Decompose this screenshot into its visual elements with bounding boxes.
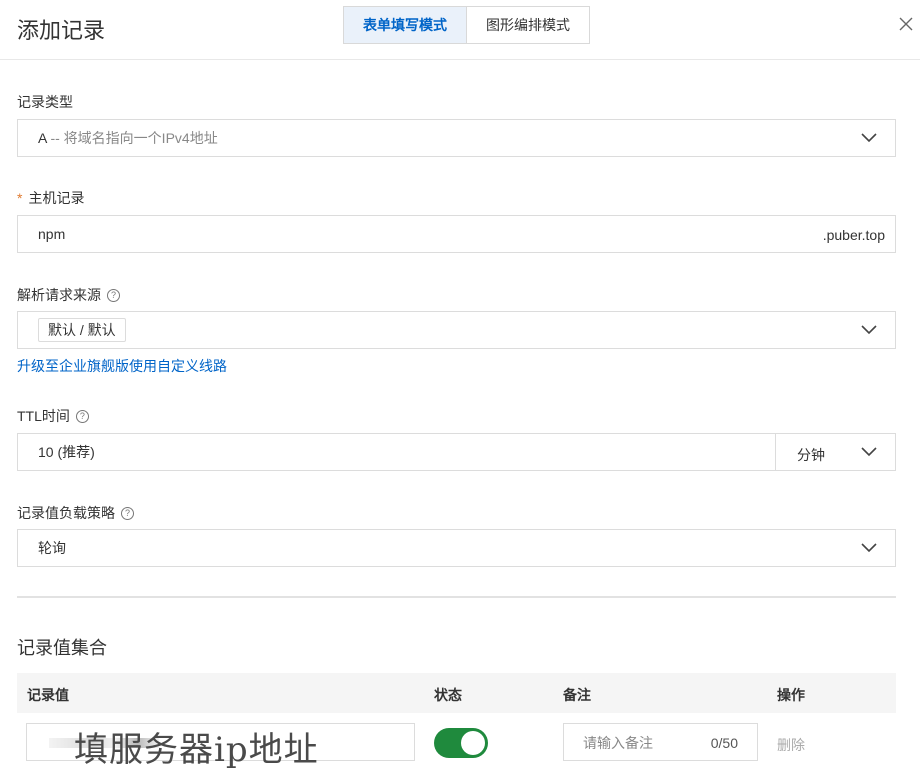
column-action: 操作: [777, 687, 805, 703]
record-type-label: 记录类型: [17, 94, 73, 110]
chevron-down-icon: [861, 447, 877, 457]
tab-graphic-mode[interactable]: 图形编排模式: [467, 7, 589, 43]
toggle-knob: [461, 731, 485, 755]
ttl-value: 10 (推荐): [38, 444, 95, 460]
resolve-source-select[interactable]: 默认 / 默认: [17, 311, 896, 349]
mode-switch: 表单填写模式 图形编排模式: [343, 6, 590, 44]
column-remark: 备注: [563, 687, 591, 703]
column-value: 记录值: [27, 687, 69, 703]
tab-form-mode[interactable]: 表单填写模式: [344, 7, 467, 43]
resolve-source-tag: 默认 / 默认: [38, 318, 126, 342]
delete-button[interactable]: 删除: [777, 735, 805, 755]
ttl-input[interactable]: 10 (推荐) 分钟: [17, 433, 896, 471]
help-icon[interactable]: ?: [107, 288, 120, 302]
chevron-down-icon: [861, 543, 877, 553]
section-divider: [17, 596, 896, 598]
host-record-label: * 主机记录: [17, 190, 85, 206]
dialog-header: 添加记录 表单填写模式 图形编排模式: [0, 0, 920, 60]
help-icon[interactable]: ?: [75, 409, 89, 423]
column-status: 状态: [434, 687, 462, 703]
load-strategy-label: 记录值负载策略 ?: [17, 503, 134, 523]
remark-counter: 0/50: [710, 735, 738, 751]
required-mark: *: [17, 190, 23, 206]
record-type-select[interactable]: A -- 将域名指向一个IPv4地址: [17, 119, 896, 157]
annotation-text: 填服务器ip地址: [74, 730, 319, 770]
ttl-label: TTL时间 ?: [17, 406, 89, 426]
close-icon[interactable]: [898, 16, 914, 32]
record-type-value: A -- 将域名指向一个IPv4地址: [38, 130, 218, 146]
chevron-down-icon: [861, 325, 877, 335]
host-record-input[interactable]: npm .puber.top: [17, 215, 896, 253]
help-icon[interactable]: ?: [121, 506, 134, 520]
resolve-source-label: 解析请求来源 ?: [17, 285, 120, 305]
remark-field: 0/50: [563, 723, 758, 762]
host-record-value: npm: [38, 226, 66, 242]
upgrade-link[interactable]: 升级至企业旗舰版使用自定义线路: [17, 356, 227, 376]
dialog-title: 添加记录: [17, 18, 106, 43]
remark-input[interactable]: [564, 724, 725, 762]
record-set-header: 记录值 状态 备注 操作: [17, 673, 896, 713]
ttl-unit-select[interactable]: 分钟: [797, 445, 825, 465]
status-toggle[interactable]: [434, 728, 488, 758]
record-set-title: 记录值集合: [17, 638, 107, 658]
load-strategy-select[interactable]: 轮询: [17, 529, 896, 567]
chevron-down-icon: [861, 133, 877, 143]
ttl-divider: [775, 434, 776, 470]
domain-suffix: .puber.top: [822, 227, 885, 243]
load-strategy-value: 轮询: [38, 540, 66, 556]
